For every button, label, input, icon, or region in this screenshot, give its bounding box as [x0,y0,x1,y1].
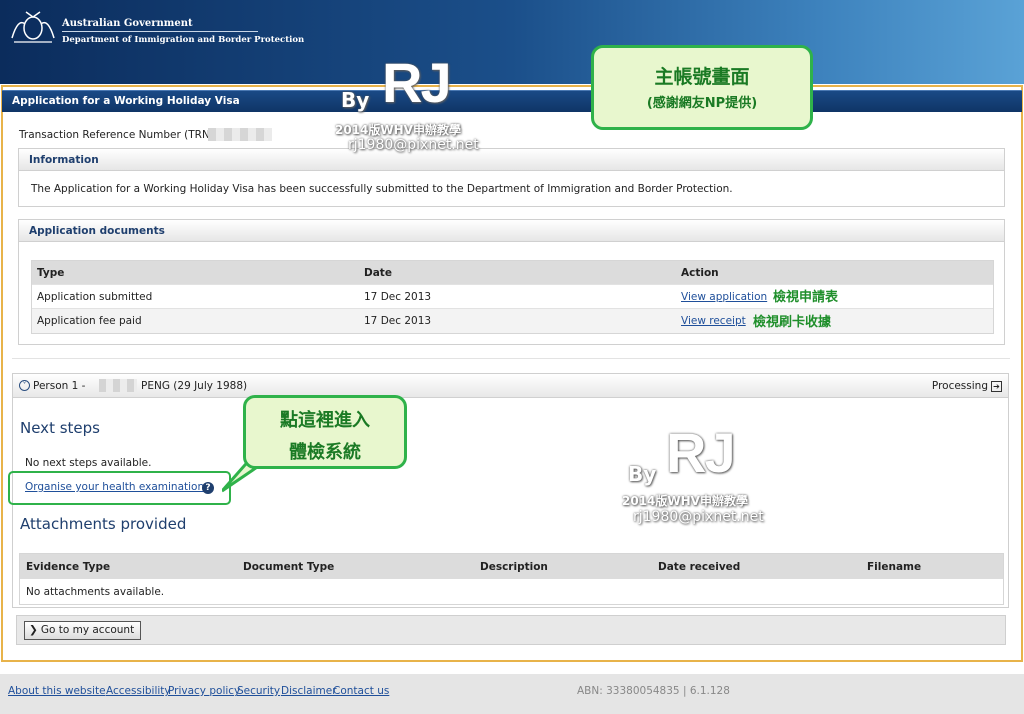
watermark-rj: RJ [666,421,736,484]
watermark-email: rj1980@pixnet.net [633,509,764,525]
chevron-right-icon: ❯ [29,624,38,636]
information-text: The Application for a Working Holiday Vi… [31,183,733,195]
footer-link-disclaimer[interactable]: Disclaimer [281,685,337,697]
department-title: Department of Immigration and Border Pro… [62,35,305,45]
chevron-down-icon[interactable]: ˅ [19,380,30,391]
footer: About this website Accessibility Privacy… [0,674,1024,714]
go-to-my-account-label: Go to my account [40,624,135,636]
next-steps-heading: Next steps [20,419,100,437]
column-header-date-received: Date received [658,561,741,573]
arrow-right-icon: ➔ [991,380,1002,392]
column-header-date: Date [364,267,392,279]
column-header-filename: Filename [867,561,922,573]
no-next-steps-text: No next steps available. [25,457,152,469]
processing-label: Processing [931,380,988,392]
watermark-email: rj1980@pixnet.net [348,137,479,153]
document-type: Application fee paid [37,315,142,327]
watermark-subtitle: 2014版WHV申辦教學 [335,123,461,137]
column-header-evidence-type: Evidence Type [26,561,111,573]
annotation-view-receipt: 檢視刷卡收據 [753,315,832,330]
annotation-health-system: 點這裡進入 體檢系統 [243,395,407,469]
documents-panel-header: Application documents [19,220,1004,242]
annotation-main-title: 主帳號畫面 [654,66,750,88]
annotation-main-account: 主帳號畫面 (感謝網友NP提供) [591,45,813,130]
person-prefix: Person 1 - [33,380,86,392]
section-divider [12,358,1010,359]
column-header-document-type: Document Type [243,561,335,573]
column-header-type: Type [37,267,65,279]
footer-link-privacy[interactable]: Privacy policy [168,685,240,697]
column-header-action: Action [681,267,719,279]
header-divider [62,31,258,32]
information-panel-header: Information [19,149,1004,171]
table-header-row: Evidence Type Document Type Description … [20,554,1003,579]
watermark-by: By [628,462,657,486]
person-given-name-redacted [99,379,137,392]
footer-link-security[interactable]: Security [237,685,280,697]
watermark-rj: RJ [382,51,452,114]
page-title-bar: Application for a Working Holiday Visa [2,90,1022,112]
attachments-table: Evidence Type Document Type Description … [19,553,1004,605]
health-link-highlight-box [8,471,231,505]
go-to-my-account-button[interactable]: ❯ Go to my account [24,621,142,640]
view-application-link[interactable]: View application [681,291,767,303]
annotation-health-line1: 點這裡進入 [280,410,370,431]
no-attachments-text: No attachments available. [26,586,165,598]
documents-heading: Application documents [29,225,165,237]
document-date: 17 Dec 2013 [364,315,432,327]
attachments-heading: Attachments provided [20,515,187,533]
document-date: 17 Dec 2013 [364,291,432,303]
person-header[interactable]: ˅ Person 1 - PENG (29 July 1988) Process… [13,374,1008,398]
information-panel: Information The Application for a Workin… [18,148,1005,207]
footer-link-contact[interactable]: Contact us [333,685,389,697]
information-heading: Information [29,154,99,166]
actions-bar: ❯ Go to my account [16,615,1006,645]
coat-of-arms-icon [11,11,55,43]
gov-title: Australian Government [62,18,193,29]
documents-table: Type Date Action Application submitted 1… [31,260,994,334]
document-type: Application submitted [37,291,153,303]
documents-panel: Application documents Type Date Action A… [18,219,1005,345]
person-name: PENG (29 July 1988) [141,380,248,392]
annotation-health-line2: 體檢系統 [289,442,361,463]
page-title: Application for a Working Holiday Visa [12,95,240,107]
processing-status[interactable]: Processing ➔ [932,380,1002,392]
column-header-description: Description [480,561,548,573]
table-header-row: Type Date Action [32,261,993,285]
table-row: No attachments available. [20,579,1003,604]
trn-label: Transaction Reference Number (TRN): [19,129,218,141]
annotation-main-subtitle: (感謝網友NP提供) [646,96,758,111]
watermark-subtitle: 2014版WHV申辦教學 [622,494,748,508]
footer-link-accessibility[interactable]: Accessibility [106,685,171,697]
annotation-view-application: 檢視申請表 [773,290,839,305]
table-row: Application submitted 17 Dec 2013 View a… [32,285,993,309]
gov-header: Australian Government Department of Immi… [0,0,1024,84]
abn-version-text: ABN: 33380054835 | 6.1.128 [577,685,730,697]
watermark-by: By [341,88,370,112]
footer-link-about[interactable]: About this website [8,685,106,697]
view-receipt-link[interactable]: View receipt [681,315,746,327]
table-row: Application fee paid 17 Dec 2013 View re… [32,309,993,333]
trn-value-redacted [208,128,272,141]
